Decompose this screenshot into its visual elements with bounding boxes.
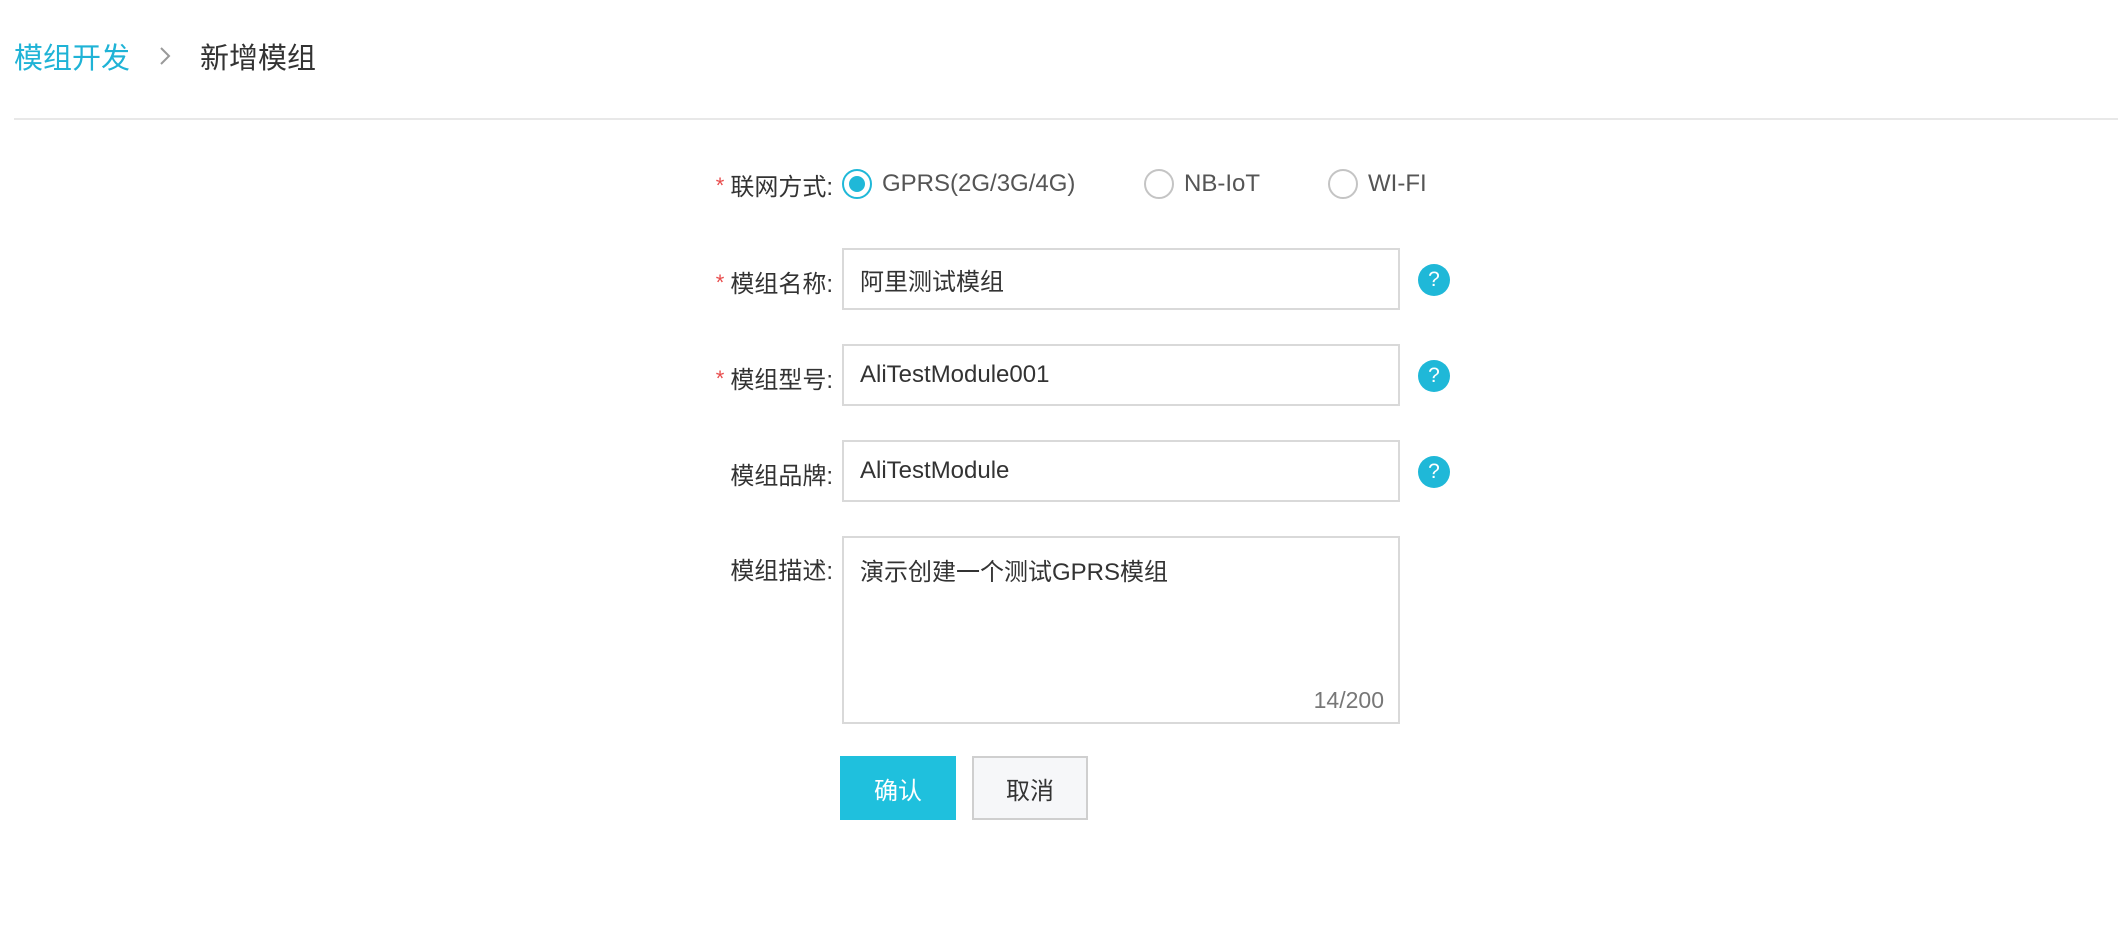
confirm-button[interactable]: 确认 — [840, 756, 956, 820]
chevron-right-icon — [140, 36, 190, 76]
help-icon[interactable]: ? — [1418, 264, 1450, 296]
header-divider — [14, 118, 2118, 120]
module-desc-value: 演示创建一个测试GPRS模组 — [860, 559, 1169, 586]
breadcrumb: 模组开发 新增模组 — [14, 36, 316, 76]
module-name-label: * 模组名称: — [716, 250, 833, 312]
radio-wifi-label: WI-FI — [1368, 170, 1427, 197]
network-label: * 联网方式: — [716, 166, 833, 202]
network-label-text: 联网方式: — [730, 173, 833, 201]
module-name-input[interactable]: 阿里测试模组 — [842, 248, 1400, 310]
cancel-button[interactable]: 取消 — [972, 756, 1088, 820]
help-icon[interactable]: ? — [1418, 456, 1450, 488]
radio-unchecked-icon[interactable] — [1328, 169, 1358, 199]
radio-gprs-label: GPRS(2G/3G/4G) — [882, 170, 1076, 197]
radio-nbiot[interactable]: NB-IoT — [1144, 166, 1260, 202]
module-desc-textarea[interactable]: 演示创建一个测试GPRS模组 14/200 — [842, 536, 1400, 724]
module-brand-label: 模组品牌: — [730, 442, 833, 504]
breadcrumb-current: 新增模组 — [200, 43, 317, 75]
module-model-input[interactable]: AliTestModule001 — [842, 344, 1400, 406]
required-mark: * — [715, 270, 725, 295]
radio-gprs[interactable]: GPRS(2G/3G/4G) — [842, 166, 1075, 202]
char-counter: 14/200 — [1313, 687, 1384, 713]
radio-wifi[interactable]: WI-FI — [1328, 166, 1427, 202]
radio-unchecked-icon[interactable] — [1144, 169, 1174, 199]
required-mark: * — [715, 366, 725, 391]
module-model-label: * 模组型号: — [716, 346, 833, 408]
radio-nbiot-label: NB-IoT — [1184, 170, 1261, 197]
required-mark: * — [715, 173, 725, 198]
module-brand-input[interactable]: AliTestModule — [842, 440, 1400, 502]
radio-checked-icon[interactable] — [842, 169, 872, 199]
page: 模组开发 新增模组 * 联网方式: GPRS(2G/3G/4G) NB-IoT … — [0, 0, 2118, 940]
help-icon[interactable]: ? — [1418, 360, 1450, 392]
breadcrumb-parent-link[interactable]: 模组开发 — [14, 35, 130, 77]
module-desc-label-text: 模组描述: — [730, 557, 833, 585]
module-brand-label-text: 模组品牌: — [730, 462, 833, 490]
module-model-label-text: 模组型号: — [730, 366, 833, 394]
module-desc-label: 模组描述: — [730, 548, 833, 588]
module-name-label-text: 模组名称: — [730, 270, 833, 298]
